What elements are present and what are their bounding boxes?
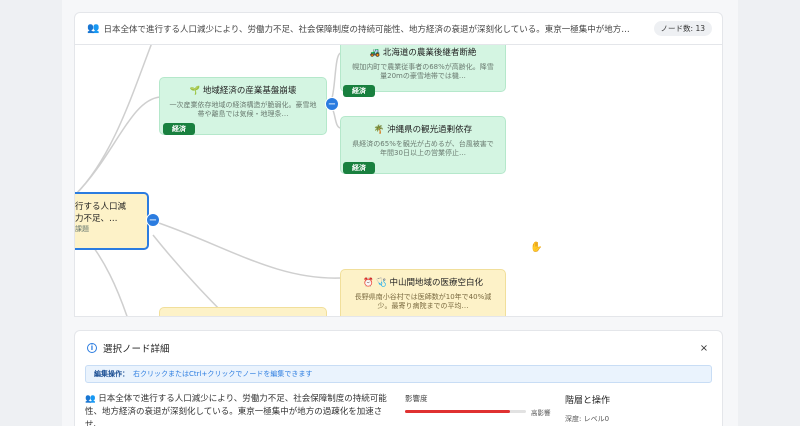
hierarchy-ops-title: 階層と操作 bbox=[565, 396, 611, 406]
node-medical-title: ⏰ 🩺 中山間地域の医療空白化 bbox=[362, 278, 484, 288]
mindmap-header: 👥 日本全体で進行する人口減少により、労働力不足、社会保障制度の持続可能性、地方… bbox=[74, 12, 723, 45]
root-node[interactable]: 行する人口減 力不足、… 課題 bbox=[75, 192, 149, 250]
tag-economy: 経済 bbox=[343, 162, 375, 174]
mindmap-canvas[interactable]: 行する人口減 力不足、… 課題 − 🌱 地域経済の産業基盤崩壊 一次産業依存地域… bbox=[74, 45, 723, 317]
node-hokkaido-title: 🚜 北海道の農業後継者断絶 bbox=[369, 48, 477, 58]
root-node-line1: 行する人口減 bbox=[75, 202, 127, 212]
collapse-root-button[interactable]: − bbox=[146, 213, 160, 227]
details-title: 選択ノード詳細 bbox=[103, 344, 170, 355]
tractor-icon: 🚜 bbox=[369, 48, 381, 58]
node-okinawa-title: 🌴 沖縄県の観光過剰依存 bbox=[373, 125, 473, 135]
impact-bar-fill bbox=[405, 410, 511, 413]
root-issue-summary: 日本全体で進行する人口減少により、労働力不足、社会保障制度の持続可能性、地方経済… bbox=[103, 24, 630, 35]
edit-hint-text: 右クリックまたはCtrl+クリックでノードを編集できます bbox=[133, 370, 313, 378]
info-icon: i bbox=[87, 343, 97, 353]
node-medical-desc: 長野県南小谷村では医師数が10年で40%減少。最寄り病院までの平均… bbox=[354, 293, 492, 311]
root-node-line2: 力不足、… bbox=[75, 214, 118, 224]
selected-node-details: i 選択ノード詳細 × 編集操作： 右クリックまたはCtrl+クリックでノードを… bbox=[74, 330, 723, 426]
tag-economy: 経済 bbox=[343, 85, 375, 97]
medical-icon: ⏰ 🩺 bbox=[362, 278, 387, 288]
node-regional-economy-title: 🌱 地域経済の産業基盤崩壊 bbox=[189, 86, 297, 96]
seedling-icon: 🌱 bbox=[189, 86, 201, 96]
details-header: i 選択ノード詳細 × bbox=[75, 331, 722, 365]
hierarchy-ops-section: 階層と操作 深度: レベル0 bbox=[565, 393, 610, 426]
collapse-regional-button[interactable]: − bbox=[325, 97, 339, 111]
node-lower-partial[interactable] bbox=[159, 307, 327, 316]
node-okinawa-desc: 県経済の65%を観光が占めるが、台風被害で年間30日以上の営業停止… bbox=[352, 140, 494, 158]
left-margin bbox=[0, 0, 62, 426]
edit-label: 編集操作： bbox=[94, 370, 129, 378]
node-hokkaido-desc: 幌加内町で農業従事者の68%が高齢化。降雪量20mの豪雪地帯では機… bbox=[352, 63, 494, 81]
details-body: 👥 日本全体で進行する人口減少により、労働力不足、社会保障制度の持続可能性、地方… bbox=[75, 383, 722, 426]
node-full-text: 👥 日本全体で進行する人口減少により、労働力不足、社会保障制度の持続可能性、地方… bbox=[85, 394, 387, 426]
edit-hint-banner: 編集操作： 右クリックまたはCtrl+クリックでノードを編集できます bbox=[85, 365, 712, 383]
palm-tree-icon: 🌴 bbox=[373, 125, 385, 135]
people-icon: 👥 bbox=[87, 23, 100, 34]
node-medical[interactable]: ⏰ 🩺 中山間地域の医療空白化 長野県南小谷村では医師数が10年で40%減少。最… bbox=[340, 269, 506, 316]
impact-bar: 高影響 bbox=[405, 409, 551, 417]
close-details-button[interactable]: × bbox=[698, 343, 710, 354]
node-count-badge: ノード数: 13 bbox=[653, 21, 712, 36]
impact-section: 影響度 高影響 bbox=[405, 393, 551, 426]
people-icon: 👥 bbox=[85, 394, 96, 404]
edge-root-top bbox=[75, 45, 152, 196]
edge-root-regional bbox=[75, 96, 161, 196]
edge-root-medical bbox=[152, 220, 341, 279]
depth-level: 深度: レベル0 bbox=[565, 415, 610, 423]
right-margin bbox=[738, 0, 800, 426]
impact-high-label: 高影響 bbox=[531, 409, 551, 417]
hand-cursor-icon: ✋ bbox=[530, 242, 543, 253]
tag-economy: 経済 bbox=[163, 123, 195, 135]
edge-root-bottom bbox=[152, 234, 228, 316]
node-regional-economy-desc: 一次産業依存地域の経済構造が脆弱化。豪雪地帯や離島では気候・地理条… bbox=[169, 101, 317, 119]
impact-label: 影響度 bbox=[405, 394, 428, 403]
root-node-category: 課題 bbox=[75, 225, 89, 233]
